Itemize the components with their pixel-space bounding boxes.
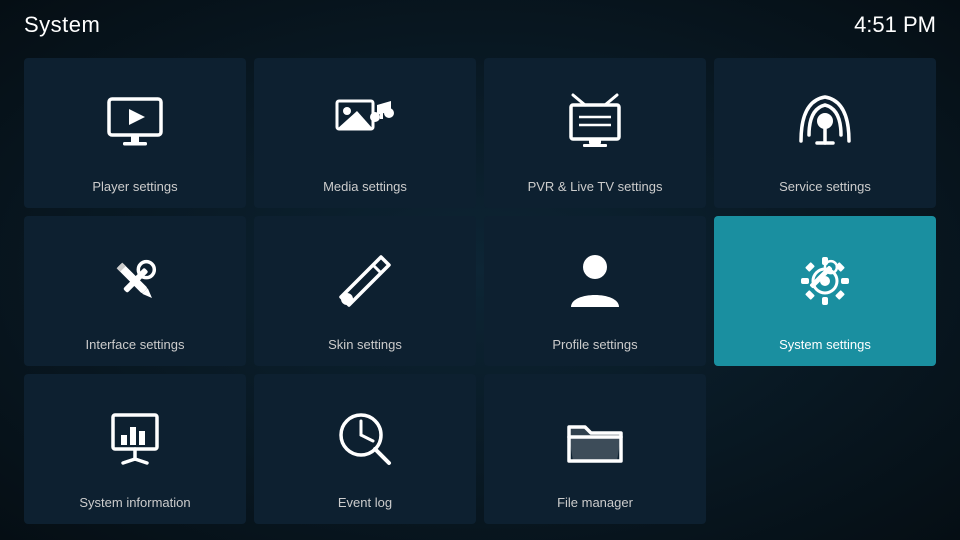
event-log-icon-area	[333, 390, 397, 487]
file-manager-label: File manager	[557, 495, 633, 512]
app-container: System 4:51 PM Player settings	[0, 0, 960, 540]
event-log-label: Event log	[338, 495, 392, 512]
clock: 4:51 PM	[854, 12, 936, 38]
service-settings-label: Service settings	[779, 179, 871, 196]
grid-item-file-manager[interactable]: File manager	[484, 374, 706, 524]
system-information-icon-area	[103, 390, 167, 487]
skin-settings-label: Skin settings	[328, 337, 402, 354]
interface-icon	[103, 249, 167, 313]
grid-item-system-settings[interactable]: System settings	[714, 216, 936, 366]
profile-icon	[563, 249, 627, 313]
skin-settings-icon-area	[333, 232, 397, 329]
grid-item-profile-settings[interactable]: Profile settings	[484, 216, 706, 366]
profile-settings-icon-area	[563, 232, 627, 329]
player-settings-icon-area	[103, 74, 167, 171]
grid-item-pvr-settings[interactable]: PVR & Live TV settings	[484, 58, 706, 208]
grid-item-media-settings[interactable]: Media settings	[254, 58, 476, 208]
grid-item-skin-settings[interactable]: Skin settings	[254, 216, 476, 366]
file-manager-icon-area	[563, 390, 627, 487]
pvr-settings-label: PVR & Live TV settings	[528, 179, 663, 196]
service-settings-icon-area	[793, 74, 857, 171]
pvr-settings-icon-area	[563, 74, 627, 171]
system-settings-label: System settings	[779, 337, 871, 354]
media-settings-label: Media settings	[323, 179, 407, 196]
interface-settings-icon-area	[103, 232, 167, 329]
system-information-icon	[103, 407, 167, 471]
system-information-label: System information	[79, 495, 190, 512]
grid-item-player-settings[interactable]: Player settings	[24, 58, 246, 208]
file-manager-icon	[563, 407, 627, 471]
media-icon	[333, 91, 397, 155]
grid-item-event-log[interactable]: Event log	[254, 374, 476, 524]
grid-item-interface-settings[interactable]: Interface settings	[24, 216, 246, 366]
pvr-icon	[563, 91, 627, 155]
header: System 4:51 PM	[0, 0, 960, 50]
page-title: System	[24, 12, 100, 38]
service-icon	[793, 91, 857, 155]
skin-icon	[333, 249, 397, 313]
grid-empty-slot	[714, 374, 936, 524]
interface-settings-label: Interface settings	[86, 337, 185, 354]
event-log-icon	[333, 407, 397, 471]
media-settings-icon-area	[333, 74, 397, 171]
player-icon	[103, 91, 167, 155]
grid-item-system-information[interactable]: System information	[24, 374, 246, 524]
settings-grid: Player settings Media settings	[0, 50, 960, 540]
player-settings-label: Player settings	[92, 179, 177, 196]
profile-settings-label: Profile settings	[552, 337, 637, 354]
system-settings-icon-area	[793, 232, 857, 329]
grid-item-service-settings[interactable]: Service settings	[714, 58, 936, 208]
system-settings-icon	[793, 249, 857, 313]
